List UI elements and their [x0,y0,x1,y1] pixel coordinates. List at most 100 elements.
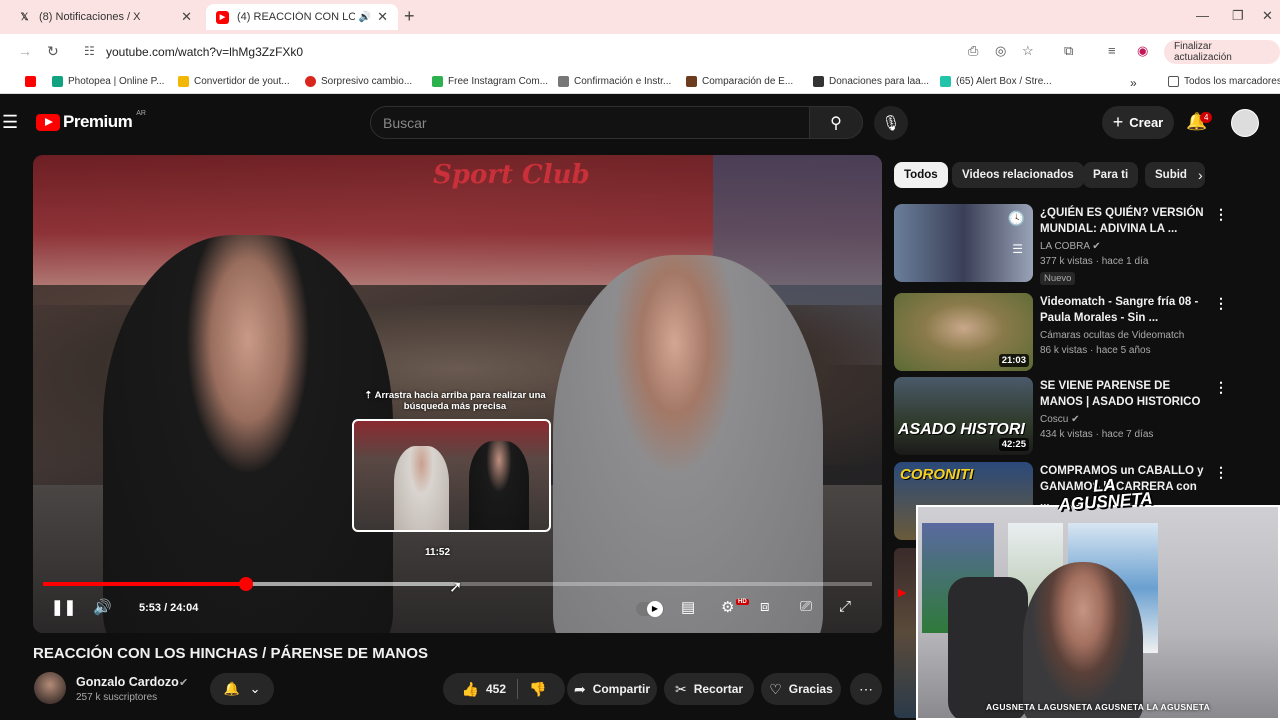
address-bar-row: → ↻ ☷ youtube.com/watch?v=lhMg3ZzFXk0 ⎙ … [0,34,1280,70]
scrubber-handle[interactable] [239,577,254,591]
settings-gear-icon[interactable]: ⚙ [721,598,734,616]
restore-icon[interactable]: ❐ [1232,8,1244,24]
extensions-icon[interactable]: ⧉ [1064,43,1073,59]
search-button[interactable]: ⚲ [809,106,863,139]
like-dislike-group: 👍 452 👎 [443,673,565,705]
account-avatar[interactable] [1231,109,1259,137]
tab-title: (4) REACCIÓN CON LOS HIN [237,11,355,23]
more-bookmarks-icon[interactable]: » [1130,76,1137,90]
eye-off-icon[interactable]: ◎ [995,43,1006,59]
close-icon[interactable]: ✕ [181,9,192,25]
search-input[interactable]: Buscar [370,106,810,139]
video-thumbnail[interactable]: ASADO HISTORI 42:25 [894,377,1033,455]
recommendation-item[interactable]: 21:03 Videomatch - Sangre fría 08 - Paul… [894,293,1234,373]
chip-uploaded[interactable]: Subid [1145,162,1205,188]
chip-related[interactable]: Videos relacionados [952,162,1084,188]
youtube-premium-logo[interactable]: Premium AR [36,110,146,132]
more-vertical-icon[interactable]: ⋮ [1214,295,1228,312]
recommendation-meta: 434 k vistas · hace 7 días [1040,429,1154,440]
bookmark-icon [432,76,443,87]
tab-youtube[interactable]: ▶ (4) REACCIÓN CON LOS HIN 🔊 ✕ [206,4,398,30]
bell-icon: 🔔 [223,681,240,696]
bookmark-icon [813,76,824,87]
install-icon[interactable]: ⎙ [968,43,978,59]
subtitles-icon[interactable]: ▤ [681,598,695,616]
site-info-icon[interactable]: ☷ [84,44,95,58]
close-icon[interactable]: ✕ [377,9,388,25]
cast-icon[interactable]: ⎚ [800,598,812,615]
like-count[interactable]: 452 [486,682,506,696]
channel-avatar[interactable] [34,672,66,704]
recommendation-channel: LA COBRA ✔ [1040,241,1101,252]
recommendation-channel: Coscu ✔ [1040,414,1080,425]
clip-button[interactable]: ✂ Recortar [664,673,754,705]
queue-icon[interactable]: ☰ [1012,242,1023,256]
recommendation-meta: 377 k vistas · hace 1 día [1040,256,1149,267]
recommendation-item[interactable]: ASADO HISTORI 42:25 SE VIENE PARENSE DE … [894,377,1234,457]
seek-preview-thumbnail [352,419,551,532]
thanks-button[interactable]: ♡ Gracias [761,673,841,705]
new-tab-button[interactable]: + [404,6,415,27]
media-control-icon[interactable]: ≡ [1108,43,1116,58]
chip-todos[interactable]: Todos [894,162,948,188]
autoplay-toggle[interactable] [636,601,664,617]
bookmark-photopea[interactable]: Photopea | Online P... [52,76,164,87]
preview-person [469,441,529,530]
video-thumbnail[interactable]: 21:03 [894,293,1033,371]
more-vertical-icon[interactable]: ⋮ [1214,464,1228,481]
star-icon[interactable]: ☆ [1022,43,1034,59]
video-thumbnail[interactable] [894,548,916,718]
voice-search-button[interactable]: 🎙 [874,106,908,140]
bookmark-comparison[interactable]: Comparación de E... [686,76,793,87]
url-field[interactable]: ☷ youtube.com/watch?v=lhMg3ZzFXk0 [76,39,960,65]
more-vertical-icon[interactable]: ⋮ [1214,206,1228,223]
minimize-icon[interactable]: — [1196,8,1209,23]
share-button[interactable]: ➦ Compartir [567,673,657,705]
more-actions-button[interactable]: ⋯ [850,673,882,705]
subscribed-notifications-button[interactable]: 🔔 ⌄ [210,673,274,705]
chip-for-you[interactable]: Para ti [1083,162,1139,188]
watch-later-icon[interactable]: 🕓 [1008,210,1025,227]
duration-badge: 21:03 [998,354,1029,367]
browser-tab-bar: 𝕏 (8) Notificaciones / X ✕ ▶ (4) REACCIÓ… [0,0,1280,34]
youtube-favicon-icon: ▶ [216,10,229,24]
bookmark-news[interactable]: Sorpresivo cambio... [305,76,412,87]
bookmark-converter[interactable]: Convertidor de yout... [178,76,290,87]
video-player[interactable]: Sport Club ⇡ Arrastra hacia arriba para … [33,155,882,633]
bookmark-confirmation[interactable]: Confirmación e Instr... [558,76,671,87]
more-vertical-icon[interactable]: ⋮ [1214,379,1228,396]
video-thumbnail[interactable]: 🕓 ☰ [894,204,1033,282]
all-bookmarks-folder[interactable]: Todos los marcadores [1168,76,1280,87]
update-button[interactable]: Finalizar actualización [1164,40,1280,64]
forward-icon[interactable]: → [18,43,32,59]
chevron-right-icon[interactable]: › [1198,167,1203,183]
youtube-bookmark-icon[interactable] [25,76,41,87]
bookmark-donations[interactable]: Donaciones para laa... [813,76,929,87]
dislike-icon[interactable]: 👎 [529,681,546,698]
verified-icon: ✔ [1092,241,1101,252]
tab-title: (8) Notificaciones / X [39,11,141,23]
miniplayer-icon[interactable]: ⧈ [760,598,770,615]
channel-name[interactable]: Gonzalo Cardozo [76,675,179,689]
streamer-logo: LA AGUSNETA [1057,475,1154,515]
bookmark-alertbox[interactable]: (65) Alert Box / Stre... [940,76,1052,87]
subscriber-count: 257 k suscriptores [76,692,158,703]
search-icon: ⚲ [830,114,842,132]
speaker-icon[interactable]: 🔊 [359,12,371,23]
verified-icon: ✔ [179,677,189,689]
close-window-icon[interactable]: ✕ [1262,8,1273,24]
recommendation-item[interactable]: 🕓 ☰ ¿QUIÉN ES QUIÉN? VERSIÓN MUNDIAL: AD… [894,204,1234,285]
reload-icon[interactable]: ↻ [47,43,59,60]
thumbnail-text: ASADO HISTORI [898,421,1025,438]
pause-icon[interactable]: ❚❚ [51,598,76,616]
drag-search-hint: ⇡ Arrastra hacia arriba para realizar un… [364,390,546,412]
create-button[interactable]: + Crear [1102,106,1174,139]
volume-icon[interactable]: 🔊 [93,598,112,616]
profile-icon[interactable]: ◉ [1137,43,1148,59]
fullscreen-icon[interactable]: ⤢ [839,598,851,615]
bookmark-instagram[interactable]: Free Instagram Com... [432,76,548,87]
tab-notifications-x[interactable]: 𝕏 (8) Notificaciones / X ✕ [8,4,202,30]
like-icon[interactable]: 👍 [462,681,479,698]
thumbnail-text: CORONITI [900,466,974,483]
hamburger-menu-icon[interactable]: ☰ [2,112,18,133]
